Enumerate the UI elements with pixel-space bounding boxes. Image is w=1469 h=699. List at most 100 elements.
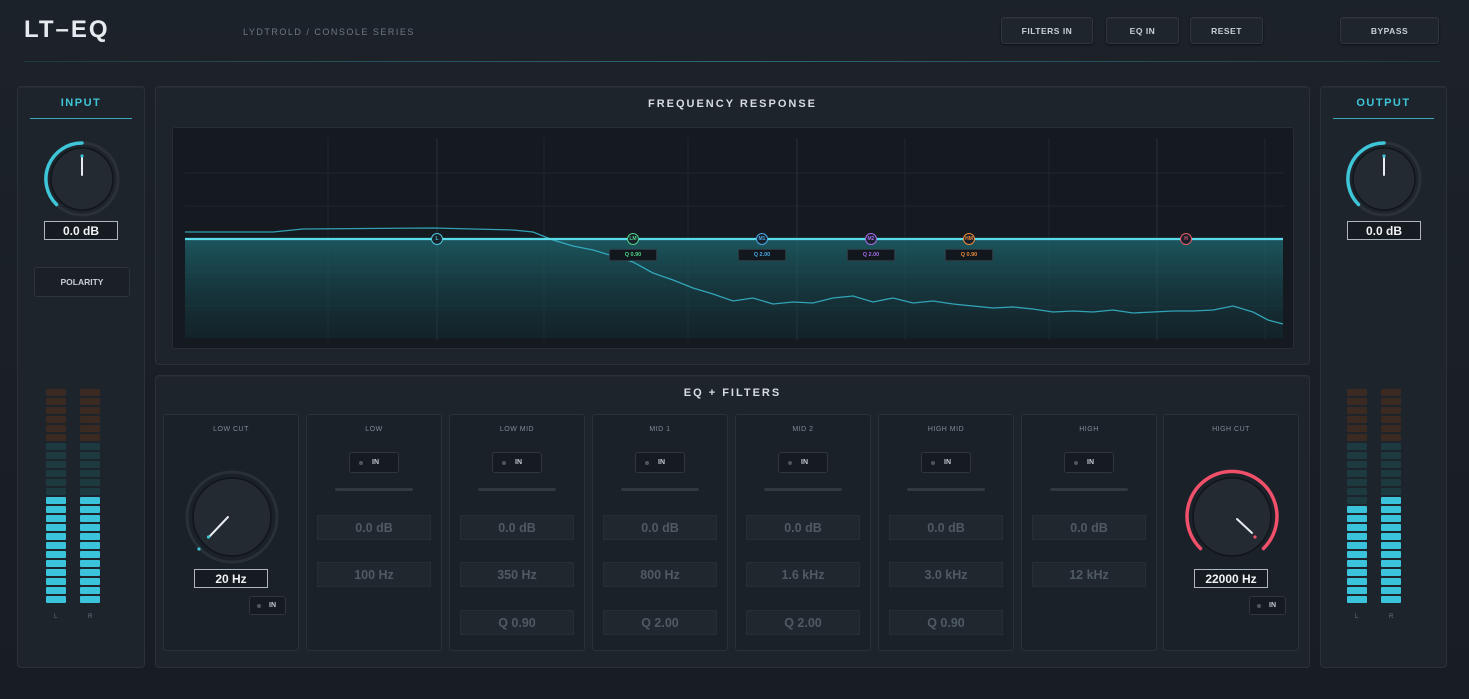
meter-segment: [46, 389, 66, 396]
band-in-toggle[interactable]: IN: [1064, 452, 1114, 473]
low-cut-in-toggle[interactable]: IN: [249, 596, 286, 615]
meter-segment: [46, 425, 66, 432]
band-slider[interactable]: [478, 488, 556, 491]
band-slider[interactable]: [907, 488, 985, 491]
bypass-button[interactable]: BYPASS: [1340, 17, 1439, 44]
toggle-led-icon: [931, 460, 935, 465]
input-meter-right-label: R: [88, 614, 93, 620]
band-in-toggle[interactable]: IN: [349, 452, 399, 473]
meter-segment: [1381, 443, 1401, 450]
band-gain-field[interactable]: 0.0 dB: [317, 515, 431, 540]
high-cut-frequency-value[interactable]: 22000 Hz: [1194, 569, 1268, 588]
in-label: IN: [944, 459, 951, 466]
band-frequency-field[interactable]: 350 Hz: [460, 562, 574, 587]
meter-segment: [46, 398, 66, 405]
meter-segment: [1381, 452, 1401, 459]
meter-segment: [46, 533, 66, 540]
band-gain-field[interactable]: 0.0 dB: [746, 515, 860, 540]
band-frequency-field[interactable]: 3.0 kHz: [889, 562, 1003, 587]
meter-segment: [1347, 569, 1367, 576]
input-gain-knob[interactable]: [43, 140, 121, 218]
meter-segment: [80, 533, 100, 540]
meter-segment: [80, 578, 100, 585]
filters-in-button[interactable]: FILTERS IN: [1001, 17, 1093, 44]
band-gain-field[interactable]: 0.0 dB: [1032, 515, 1146, 540]
band-frequency-field[interactable]: 800 Hz: [603, 562, 717, 587]
meter-segment: [1381, 398, 1401, 405]
meter-segment: [1381, 470, 1401, 477]
eq-node-handle[interactable]: M1: [756, 233, 768, 245]
band-frequency-field[interactable]: 12 kHz: [1032, 562, 1146, 587]
band-q-field[interactable]: Q 0.90: [889, 610, 1003, 635]
frequency-response-title: FREQUENCY RESPONSE: [647, 98, 818, 110]
in-label: IN: [1269, 602, 1276, 609]
meter-segment: [80, 497, 100, 504]
eq-node-handle[interactable]: LM: [627, 233, 639, 245]
low-cut-knob[interactable]: [183, 468, 281, 566]
band-slider[interactable]: [335, 488, 413, 491]
meter-segment: [80, 542, 100, 549]
meter-segment: [1381, 524, 1401, 531]
meter-segment: [80, 488, 100, 495]
input-meter-left: [44, 389, 68, 607]
meter-segment: [46, 470, 66, 477]
band-gain-field[interactable]: 0.0 dB: [603, 515, 717, 540]
output-gain-value[interactable]: 0.0 dB: [1347, 221, 1421, 240]
high-cut-knob[interactable]: [1182, 467, 1282, 567]
low-cut-frequency-value[interactable]: 20 Hz: [194, 569, 268, 588]
band-slider[interactable]: [764, 488, 842, 491]
eq-node-handle[interactable]: L: [431, 233, 443, 245]
band-name: MID 1: [649, 426, 671, 433]
brand-subtitle: LYDTROLD / CONSOLE SERIES: [243, 27, 415, 37]
meter-segment: [46, 542, 66, 549]
band-in-toggle[interactable]: IN: [492, 452, 542, 473]
output-gain-knob[interactable]: [1345, 140, 1423, 218]
meter-segment: [1347, 587, 1367, 594]
toggle-led-icon: [1074, 460, 1078, 465]
output-meter-left: [1345, 389, 1369, 607]
eq-in-button[interactable]: EQ IN: [1106, 17, 1179, 44]
band-frequency-field[interactable]: 100 Hz: [317, 562, 431, 587]
frequency-response-panel: FREQUENCY RESPONSE L LM Q 0.90 M1 Q 2.00…: [155, 86, 1310, 365]
band-slider[interactable]: [1050, 488, 1128, 491]
meter-segment: [1347, 488, 1367, 495]
band-gain-field[interactable]: 0.0 dB: [460, 515, 574, 540]
meter-segment: [46, 434, 66, 441]
eq-band: LOW IN 0.0 dB 100 Hz: [306, 414, 442, 651]
input-gain-value[interactable]: 0.0 dB: [44, 221, 118, 240]
in-label: IN: [269, 602, 276, 609]
meter-segment: [80, 587, 100, 594]
high-cut-band: HIGH CUT 22000 Hz IN: [1163, 414, 1299, 651]
output-meter-right: [1379, 389, 1403, 607]
meter-segment: [1381, 551, 1401, 558]
band-name: MID 2: [792, 426, 814, 433]
meter-segment: [46, 524, 66, 531]
band-in-toggle[interactable]: IN: [921, 452, 971, 473]
meter-segment: [1347, 416, 1367, 423]
meter-segment: [1347, 443, 1367, 450]
meter-segment: [46, 551, 66, 558]
high-cut-in-toggle[interactable]: IN: [1249, 596, 1286, 615]
meter-segment: [1381, 407, 1401, 414]
meter-segment: [46, 497, 66, 504]
band-in-toggle[interactable]: IN: [635, 452, 685, 473]
meter-segment: [46, 569, 66, 576]
band-q-field[interactable]: Q 0.90: [460, 610, 574, 635]
band-slider[interactable]: [621, 488, 699, 491]
band-in-toggle[interactable]: IN: [778, 452, 828, 473]
band-gain-field[interactable]: 0.0 dB: [889, 515, 1003, 540]
band-frequency-field[interactable]: 1.6 kHz: [746, 562, 860, 587]
polarity-button[interactable]: POLARITY: [34, 267, 130, 297]
eq-node-handle[interactable]: M2: [865, 233, 877, 245]
reset-button[interactable]: RESET: [1190, 17, 1263, 44]
eq-node-handle[interactable]: HM: [963, 233, 975, 245]
band-q-field[interactable]: Q 2.00: [746, 610, 860, 635]
band-q-field[interactable]: Q 2.00: [603, 610, 717, 635]
input-meter-right: [78, 389, 102, 607]
node-q-tag: Q 0.90: [609, 249, 657, 261]
meter-segment: [1347, 560, 1367, 567]
eq-node-handle[interactable]: H: [1180, 233, 1192, 245]
meter-segment: [80, 425, 100, 432]
toggle-led-icon: [257, 603, 261, 608]
frequency-response-graph[interactable]: LLMQ 0.90M1Q 2.00M2Q 2.00HMQ 0.90H 100 1…: [172, 127, 1294, 349]
